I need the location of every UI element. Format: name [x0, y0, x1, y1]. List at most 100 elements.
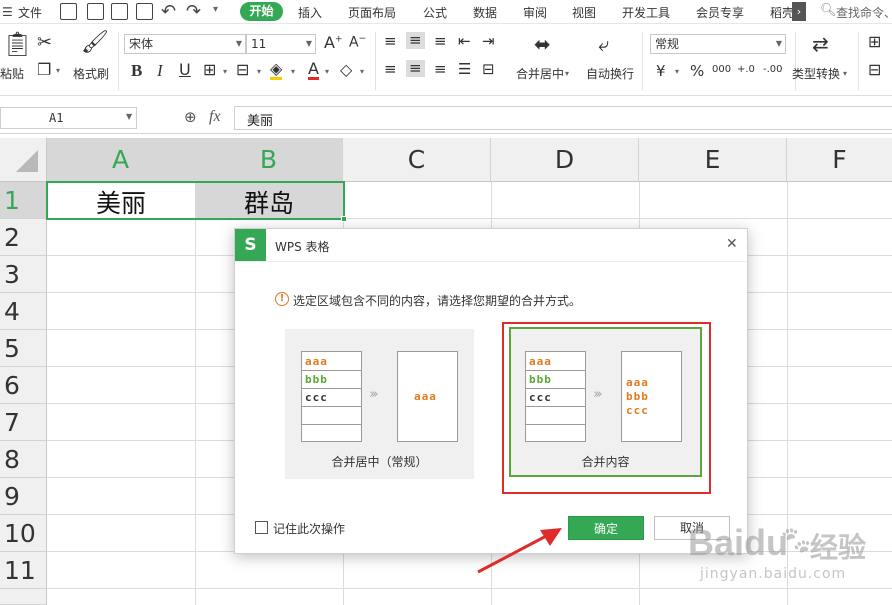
- align-center-icon[interactable]: ≡: [406, 60, 425, 77]
- cell-style-icon[interactable]: ⊟: [236, 62, 249, 78]
- percent-button[interactable]: %: [690, 62, 704, 80]
- clear-format-dropdown-icon[interactable]: ▾: [360, 67, 364, 76]
- dialog-titlebar[interactable]: S WPS 表格 ✕: [235, 229, 747, 262]
- copy-icon[interactable]: ❐: [37, 62, 51, 78]
- currency-button[interactable]: ¥: [656, 62, 666, 80]
- fx-icon[interactable]: fx: [209, 108, 221, 126]
- print-preview-icon[interactable]: [136, 3, 153, 20]
- tab-scroll-right-icon[interactable]: ›: [792, 2, 806, 21]
- tab-formulas[interactable]: 公式: [423, 4, 447, 21]
- merge-center-dropdown-icon[interactable]: ▾: [565, 69, 569, 78]
- paste-icon[interactable]: 📋︎: [2, 32, 32, 56]
- tab-developer[interactable]: 开发工具: [622, 4, 670, 21]
- cut-icon[interactable]: ✂: [37, 34, 52, 52]
- justify-icon[interactable]: ☰: [458, 62, 471, 77]
- border-icon[interactable]: ⊞: [203, 62, 216, 78]
- row-header-8[interactable]: 8: [0, 441, 47, 478]
- currency-dropdown-icon[interactable]: ▾: [675, 67, 679, 76]
- column-header-a[interactable]: A: [47, 138, 195, 182]
- save-icon[interactable]: [60, 3, 77, 20]
- bold-icon[interactable]: B: [131, 62, 142, 79]
- row-header-11[interactable]: 11: [0, 552, 47, 589]
- remember-checkbox[interactable]: [255, 521, 268, 534]
- underline-icon[interactable]: U: [179, 62, 191, 78]
- tab-page-layout[interactable]: 页面布局: [348, 4, 396, 21]
- paste-button[interactable]: 粘贴: [0, 65, 24, 82]
- menu-file[interactable]: 文件: [18, 4, 42, 21]
- tab-review[interactable]: 审阅: [523, 4, 547, 21]
- indent-decrease-icon[interactable]: ⇤: [458, 34, 471, 49]
- align-top-icon[interactable]: ≡: [384, 34, 397, 49]
- align-right-icon[interactable]: ≡: [434, 62, 447, 77]
- wrap-text-icon[interactable]: ⤶: [598, 34, 609, 54]
- row-header-6[interactable]: 6: [0, 367, 47, 404]
- row-header-10[interactable]: 10: [0, 515, 47, 552]
- font-shrink-icon[interactable]: A−: [349, 35, 366, 50]
- hamburger-icon[interactable]: ☰: [2, 5, 13, 19]
- align-middle-icon[interactable]: ≡: [406, 32, 425, 49]
- fill-color-dropdown-icon[interactable]: ▾: [291, 67, 295, 76]
- cell-style-dropdown-icon[interactable]: ▾: [257, 67, 261, 76]
- distributed-icon[interactable]: ⊟: [482, 62, 495, 77]
- tab-data[interactable]: 数据: [473, 4, 497, 21]
- merge-center-button[interactable]: 合并居中: [516, 65, 564, 82]
- align-left-icon[interactable]: ≡: [384, 62, 397, 77]
- search-icon[interactable]: 🔍︎: [820, 3, 837, 18]
- row-header-7[interactable]: 7: [0, 404, 47, 441]
- number-format-select[interactable]: 常规 ▼: [650, 34, 786, 54]
- conditional-format-icon[interactable]: ⊟: [868, 62, 881, 78]
- ok-button[interactable]: 确定: [568, 516, 644, 540]
- undo-icon[interactable]: ↶: [161, 1, 176, 22]
- tab-insert[interactable]: 插入: [298, 4, 322, 21]
- indent-increase-icon[interactable]: ⇥: [482, 34, 495, 49]
- row-header-12[interactable]: [0, 589, 47, 605]
- row-header-3[interactable]: 3: [0, 256, 47, 293]
- quick-access-more-icon[interactable]: ▾: [213, 4, 218, 15]
- export-icon[interactable]: [87, 3, 104, 20]
- font-size-select[interactable]: 11 ▼: [246, 34, 316, 54]
- format-painter-button[interactable]: 格式刷: [73, 65, 109, 82]
- align-bottom-icon[interactable]: ≡: [434, 34, 447, 49]
- copy-dropdown-icon[interactable]: ▾: [56, 66, 60, 75]
- tab-view[interactable]: 视图: [572, 4, 596, 21]
- clear-format-icon[interactable]: ◇: [340, 62, 352, 78]
- redo-icon[interactable]: ↷: [186, 1, 201, 22]
- row-header-5[interactable]: 5: [0, 330, 47, 367]
- zoom-icon[interactable]: ⊕: [184, 108, 197, 126]
- search-command-input[interactable]: 查找命令、: [836, 4, 892, 21]
- row-header-9[interactable]: 9: [0, 478, 47, 515]
- wrap-text-button[interactable]: 自动换行: [586, 65, 634, 82]
- thousands-button[interactable]: 000: [712, 64, 731, 75]
- tab-home[interactable]: 开始: [240, 2, 283, 21]
- row-header-2[interactable]: 2: [0, 219, 47, 256]
- type-convert-button[interactable]: 类型转换: [792, 65, 840, 82]
- column-header-d[interactable]: D: [491, 138, 639, 182]
- type-convert-icon[interactable]: ⇄: [812, 34, 829, 54]
- column-header-c[interactable]: C: [343, 138, 491, 182]
- decimal-decrease-button[interactable]: -.00: [763, 64, 783, 75]
- column-header-e[interactable]: E: [639, 138, 787, 182]
- chevron-down-icon[interactable]: ▼: [126, 112, 132, 121]
- fill-handle[interactable]: [341, 216, 347, 222]
- type-convert-dropdown-icon[interactable]: ▾: [843, 69, 847, 78]
- row-header-1[interactable]: 1: [0, 182, 47, 219]
- font-color-icon[interactable]: A: [308, 61, 319, 80]
- select-all-corner[interactable]: [0, 138, 47, 182]
- name-box[interactable]: A1 ▼: [0, 107, 137, 129]
- decimal-increase-button[interactable]: +.0: [737, 64, 755, 75]
- merge-center-option[interactable]: aaa bbb ccc ››› aaa 合并居中（常规）: [285, 329, 474, 479]
- tab-member[interactable]: 会员专享: [696, 4, 744, 21]
- italic-icon[interactable]: I: [157, 62, 163, 79]
- fill-color-icon[interactable]: ◈: [270, 61, 283, 80]
- font-name-select[interactable]: 宋体 ▼: [124, 34, 246, 54]
- column-header-b[interactable]: B: [195, 138, 343, 182]
- formula-input[interactable]: 美丽: [234, 106, 892, 130]
- row-header-4[interactable]: 4: [0, 293, 47, 330]
- column-header-f[interactable]: F: [787, 138, 892, 182]
- print-icon[interactable]: [111, 3, 128, 20]
- font-color-dropdown-icon[interactable]: ▾: [325, 67, 329, 76]
- border-dropdown-icon[interactable]: ▾: [223, 67, 227, 76]
- table-style-icon[interactable]: ⊞: [868, 34, 881, 50]
- close-icon[interactable]: ✕: [726, 236, 738, 252]
- merge-center-icon[interactable]: ⬌: [534, 34, 551, 54]
